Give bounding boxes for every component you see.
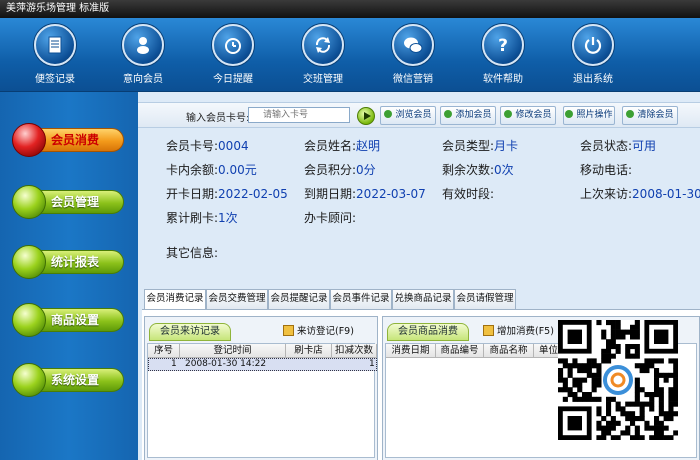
sidebar-item-system[interactable]: 系统设置: [10, 362, 126, 398]
visits-table: 序号 登记时间 刷卡店 扣减次数 1 2008-01-30 14:22 1: [147, 343, 377, 458]
edit-icon: [504, 110, 513, 118]
tab-reminder[interactable]: 会员提醒记录: [268, 289, 330, 309]
toolbar-reminder-label: 今日提醒: [213, 74, 253, 85]
search-bar: 输入会员卡号: 浏览会员 添加会员 修改会员 照片操作 清除会员: [138, 102, 700, 128]
photo-icon: [565, 110, 574, 118]
valid-period-field: 有效时段:: [442, 187, 495, 201]
goods-title: 会员商品消费: [387, 323, 469, 341]
alarm-clock-icon: [225, 38, 241, 54]
edit-member-button[interactable]: 修改会员: [500, 106, 556, 125]
toolbar-prospects-button[interactable]: 意向会员: [108, 24, 178, 85]
power-icon: [584, 37, 602, 54]
qr-code-icon: [558, 320, 678, 440]
document-icon: [483, 325, 494, 336]
ball-icon: [12, 245, 46, 279]
phone-field: 移动电话:: [580, 163, 633, 177]
tab-consumption[interactable]: 会员消费记录: [144, 289, 206, 310]
visits-pane: 会员来访记录 来访登记(F9) 序号 登记时间 刷卡店 扣减次数 1 2008-…: [144, 316, 378, 460]
tab-payment[interactable]: 会员交费管理: [206, 289, 268, 309]
tab-events[interactable]: 会员事件记录: [330, 289, 392, 309]
toolbar-wechat-label: 微信营销: [393, 74, 433, 85]
sidebar-item-reports[interactable]: 统计报表: [10, 244, 126, 280]
tab-leave[interactable]: 会员请假管理: [454, 289, 516, 309]
pencil-icon: [283, 325, 294, 336]
note-icon: [48, 36, 62, 54]
member-type-field: 会员类型:月卡: [442, 139, 519, 153]
ball-icon: [12, 123, 46, 157]
ball-icon: [12, 303, 46, 337]
column-header: 商品名称: [484, 344, 534, 358]
card-number-field: 会员卡号:0004: [166, 139, 249, 153]
member-name-field: 会员姓名:赵明: [304, 139, 381, 153]
expire-date-field: 到期日期:2022-03-07: [304, 187, 426, 201]
card-search-input[interactable]: [248, 107, 350, 123]
sidebar-item-member-consumption[interactable]: 会员消费: [10, 122, 126, 158]
ball-icon: [12, 363, 46, 397]
toolbar-exit-button[interactable]: 退出系统: [558, 24, 628, 85]
browse-icon: [384, 110, 393, 118]
refresh-icon: [315, 37, 331, 53]
svg-text:?: ?: [498, 36, 508, 55]
help-icon: ?: [498, 36, 508, 55]
swipes-field: 累计刷卡:1次: [166, 211, 238, 225]
photo-button[interactable]: 照片操作: [563, 106, 615, 125]
ball-icon: [12, 185, 46, 219]
toolbar-shift-button[interactable]: 交班管理: [288, 24, 358, 85]
column-header: 扣减次数: [332, 344, 377, 358]
add-icon: [444, 110, 453, 118]
sidebar: 会员消费 会员管理 统计报表 商品设置 系统设置: [0, 92, 138, 460]
toolbar-exit-label: 退出系统: [573, 74, 613, 85]
balance-field: 卡内余额:0.00元: [166, 163, 257, 177]
toolbar-reminder-button[interactable]: 今日提醒: [198, 24, 268, 85]
tab-exchange[interactable]: 兑换商品记录: [392, 289, 454, 309]
toolbar-notes-button[interactable]: 便签记录: [20, 24, 90, 85]
sidebar-item-products[interactable]: 商品设置: [10, 302, 126, 338]
clear-icon: [626, 110, 635, 118]
other-info-field: 其它信息:: [166, 246, 219, 260]
sidebar-item-member-management[interactable]: 会员管理: [10, 184, 126, 220]
toolbar-shift-label: 交班管理: [303, 74, 343, 85]
toolbar-notes-label: 便签记录: [35, 74, 75, 85]
main-toolbar: 便签记录 意向会员 今日提醒 交班管理 微信营销 ? 软件帮助 退出系统: [0, 18, 700, 92]
member-status-field: 会员状态:可用: [580, 139, 657, 153]
points-field: 会员积分:0分: [304, 163, 376, 177]
card-search-label: 输入会员卡号:: [186, 113, 250, 124]
column-header: 序号: [148, 344, 180, 358]
wechat-icon: [404, 37, 423, 53]
browse-members-button[interactable]: 浏览会员: [380, 106, 436, 125]
column-header: 商品编号: [436, 344, 484, 358]
toolbar-prospects-label: 意向会员: [123, 74, 163, 85]
last-visit-field: 上次来访:2008-01-30: [580, 187, 700, 201]
window-title: 美萍游乐场管理 标准版: [0, 0, 700, 18]
column-header: 登记时间: [180, 344, 286, 358]
add-consumption-button[interactable]: 增加消费(F5): [483, 323, 554, 337]
visit-register-button[interactable]: 来访登记(F9): [283, 323, 354, 337]
visits-title: 会员来访记录: [149, 323, 231, 341]
remaining-field: 剩余次数:0次: [442, 163, 514, 177]
person-icon: [137, 37, 149, 54]
toolbar-help-button[interactable]: ? 软件帮助: [468, 24, 538, 85]
add-member-button[interactable]: 添加会员: [440, 106, 496, 125]
open-date-field: 开卡日期:2022-02-05: [166, 187, 288, 201]
column-header: 刷卡店: [286, 344, 332, 358]
consultant-field: 办卡顾问:: [304, 211, 357, 225]
go-arrow-icon[interactable]: [357, 107, 375, 125]
table-row[interactable]: 1 2008-01-30 14:22 1: [148, 358, 377, 371]
toolbar-help-label: 软件帮助: [483, 74, 523, 85]
column-header: 消费日期: [386, 344, 436, 358]
clear-member-button[interactable]: 清除会员: [622, 106, 678, 125]
toolbar-wechat-button[interactable]: 微信营销: [378, 24, 448, 85]
